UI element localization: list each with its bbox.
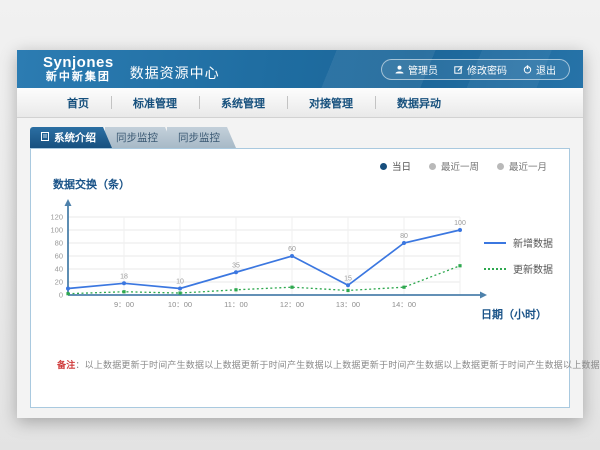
legend-item-update-data: 更新数据 <box>484 261 553 276</box>
filter-label: 当日 <box>392 159 411 173</box>
time-filter-group: 当日 最近一周 最近一月 <box>380 159 547 173</box>
footer-note: 备注：以上数据更新于时间产生数据以上数据更新于时间产生数据以上数据更新于时间产生… <box>57 358 600 371</box>
svg-text:80: 80 <box>55 239 63 248</box>
change-password-label: 修改密码 <box>467 62 507 77</box>
edit-icon <box>454 65 463 74</box>
note-text: ：以上数据更新于时间产生数据以上数据更新于时间产生数据以上数据更新于时间产生数据… <box>75 360 600 370</box>
line-chart-container: 0 20 40 60 80 100 120 9：00 10：00 11：00 12：00 13：00 1… <box>43 195 495 322</box>
brand-logo-en: Synjones <box>43 55 114 72</box>
radio-icon <box>497 163 504 170</box>
logout-button[interactable]: 退出 <box>523 62 556 77</box>
radio-selected-icon <box>380 163 387 170</box>
svg-text:100: 100 <box>454 220 466 227</box>
filter-today[interactable]: 当日 <box>380 159 411 173</box>
svg-text:18: 18 <box>120 273 128 280</box>
tab-label: 系统介绍 <box>54 130 96 145</box>
dotted-line-swatch <box>484 268 506 270</box>
svg-text:35: 35 <box>232 262 240 269</box>
change-password-button[interactable]: 修改密码 <box>454 62 507 77</box>
nav-item-data-change[interactable]: 数据异动 <box>375 95 463 111</box>
radio-icon <box>429 163 436 170</box>
brand-logo: Synjones 新中新集团 <box>43 55 114 84</box>
svg-text:13：00: 13：00 <box>336 300 360 309</box>
legend-label: 更新数据 <box>513 261 553 276</box>
user-menu-admin[interactable]: 管理员 <box>395 62 438 77</box>
app-window: Synjones 新中新集团 数据资源中心 管理员 修改密码 退出 <box>17 50 583 418</box>
y-axis-label: 数据交换（条） <box>53 176 130 192</box>
solid-line-swatch <box>484 242 506 244</box>
page-title: 数据资源中心 <box>130 63 220 83</box>
app-header: Synjones 新中新集团 数据资源中心 管理员 修改密码 退出 <box>17 50 583 88</box>
logout-label: 退出 <box>536 62 556 77</box>
content-panel: 当日 最近一周 最近一月 数据交换（条） 0 20 40 60 80 100 120 9：00… <box>30 148 570 408</box>
x-axis-label: 日期（小时） <box>481 306 547 322</box>
person-icon <box>395 65 404 74</box>
svg-text:80: 80 <box>400 233 408 240</box>
legend-item-new-data: 新增数据 <box>484 235 553 250</box>
power-icon <box>523 65 532 74</box>
document-icon <box>41 132 49 144</box>
nav-item-connection-mgmt[interactable]: 对接管理 <box>287 95 375 111</box>
tab-label: 同步监控 <box>116 130 158 145</box>
filter-label: 最近一周 <box>441 159 479 173</box>
legend-label: 新增数据 <box>513 235 553 250</box>
svg-text:120: 120 <box>50 213 63 222</box>
nav-item-standard-mgmt[interactable]: 标准管理 <box>111 95 199 111</box>
tab-bar: 系统介绍 同步监控 同步监控 <box>30 127 229 148</box>
svg-text:100: 100 <box>50 226 63 235</box>
note-prefix: 备注 <box>57 360 75 370</box>
user-pill: 管理员 修改密码 退出 <box>381 59 570 80</box>
svg-text:9：00: 9：00 <box>114 300 134 309</box>
line-chart: 0 20 40 60 80 100 120 9：00 10：00 11：00 12：00 13：00 1… <box>43 195 495 317</box>
tab-sync-monitor-1[interactable]: 同步监控 <box>105 127 174 148</box>
svg-text:0: 0 <box>59 291 63 300</box>
svg-text:11：00: 11：00 <box>224 300 248 309</box>
svg-text:14：00: 14：00 <box>392 300 416 309</box>
brand-logo-cn: 新中新集团 <box>43 71 114 83</box>
svg-text:60: 60 <box>288 246 296 253</box>
tab-label: 同步监控 <box>178 130 220 145</box>
content-area: 系统介绍 同步监控 同步监控 当日 最近一周 <box>17 118 583 418</box>
chart-legend: 新增数据 更新数据 <box>484 235 553 287</box>
user-name-label: 管理员 <box>408 62 438 77</box>
filter-last-week[interactable]: 最近一周 <box>429 159 479 173</box>
svg-text:20: 20 <box>55 278 63 287</box>
tab-system-intro[interactable]: 系统介绍 <box>30 127 112 148</box>
nav-item-home[interactable]: 首页 <box>45 95 111 111</box>
svg-text:40: 40 <box>55 265 63 274</box>
svg-text:60: 60 <box>55 252 63 261</box>
tab-sync-monitor-2[interactable]: 同步监控 <box>167 127 236 148</box>
svg-text:15: 15 <box>344 275 352 282</box>
filter-label: 最近一月 <box>509 159 547 173</box>
svg-text:12：00: 12：00 <box>280 300 304 309</box>
svg-text:10: 10 <box>176 279 184 286</box>
main-nav: 首页 标准管理 系统管理 对接管理 数据异动 <box>17 88 583 118</box>
nav-item-system-mgmt[interactable]: 系统管理 <box>199 95 287 111</box>
svg-text:10：00: 10：00 <box>168 300 192 309</box>
filter-last-month[interactable]: 最近一月 <box>497 159 547 173</box>
